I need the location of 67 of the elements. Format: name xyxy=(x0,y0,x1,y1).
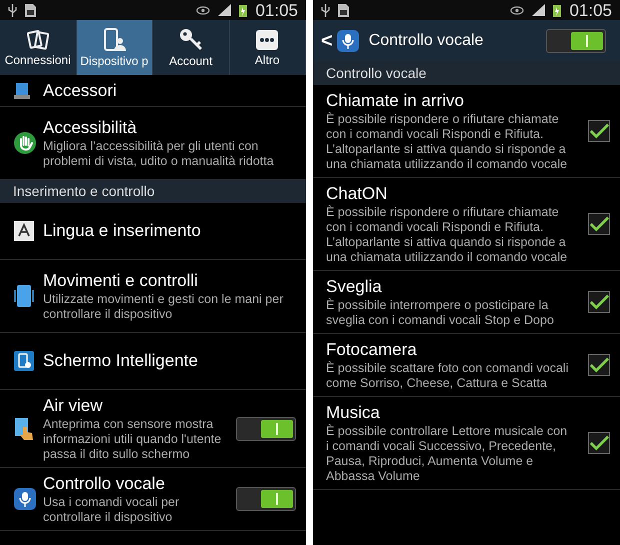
option-title: Fotocamera xyxy=(326,339,418,361)
item-title: Movimenti e controlli xyxy=(43,270,199,292)
item-description: Anteprima con sensore mostra informazioni utili quando l'utente passa il dito sullo schermo xyxy=(43,417,222,462)
section-header: Controllo vocale xyxy=(313,62,620,85)
battery-icon xyxy=(553,4,562,16)
option-title: ChatON xyxy=(326,183,388,205)
settings-item[interactable]: Air view Anteprima con sensore mostra informazioni utili quando l'utente passa il dito sullo schermo xyxy=(0,390,306,468)
smart-screen-icon xyxy=(14,351,34,371)
back-button[interactable]: < xyxy=(321,31,333,51)
tab[interactable]: Connessioni xyxy=(0,20,76,75)
microphone-icon xyxy=(336,30,359,52)
item-title: Accessibilità xyxy=(43,117,138,139)
tab[interactable]: Account xyxy=(153,20,230,75)
tab[interactable]: Altro xyxy=(230,20,306,75)
item-title: Lingua e inserimento xyxy=(43,220,202,242)
usb-icon xyxy=(8,4,17,16)
checkbox[interactable] xyxy=(588,432,610,454)
settings-item[interactable]: Movimenti e controlli Utilizzate movimenti e gesti con le mani per controllare il dispositivo xyxy=(0,260,306,333)
microphone-icon xyxy=(14,488,36,510)
eye-icon xyxy=(510,6,524,14)
eye-icon xyxy=(196,6,210,14)
signal-icon xyxy=(532,4,546,16)
item-description: Utilizzate movimenti e gesti con le mani per controllare il dispositivo xyxy=(43,292,284,322)
item-description: Migliora l’accessibilità per gli utenti con problemi di vista, udito o manualità ridotta xyxy=(43,139,275,169)
settings-item[interactable]: Lingua e inserimento xyxy=(0,203,306,260)
hand-icon xyxy=(14,132,36,154)
option-description: È possibile rispondere o rifiutare chiamate con i comandi vocali Rispondi e Rifiuta. L’altoparlante si attiva quando si risponde a una chiamata utilizzando il comando vocale xyxy=(326,112,568,172)
item-title: Accessori xyxy=(43,80,118,102)
toggle-switch[interactable] xyxy=(236,416,296,440)
settings-item[interactable]: Controllo vocale Usa i comandi vocali per controllare il dispositivo xyxy=(0,468,306,531)
settings-item[interactable]: Schermo Intelligente xyxy=(0,333,306,390)
option-description: È possibile scattare foto con comandi vocali come Sorriso, Cheese, Cattura e Scatta xyxy=(326,361,570,391)
option-description: È possibile interrompere o posticipare la sveglia con i comandi vocali Stop e Dopo xyxy=(326,298,555,328)
more-icon xyxy=(255,29,280,51)
checkbox[interactable] xyxy=(588,291,610,313)
settings-item[interactable]: Accessori xyxy=(0,75,306,107)
option-title: Sveglia xyxy=(326,276,383,298)
sim-card-icon xyxy=(25,4,36,16)
sim-card-icon xyxy=(338,4,349,16)
tab[interactable]: Dispositivo p xyxy=(76,20,153,75)
clock-time: 01:05 xyxy=(569,2,612,18)
screen-title: Controllo vocale xyxy=(368,31,484,51)
option-description: È possibile rispondere o rifiutare chiamate con i comandi vocali Rispondi e Rifiuta. L’altoparlante si attiva quando si risponde a una chiamata utilizzando il comando vocale xyxy=(326,205,568,265)
master-switch[interactable] xyxy=(546,29,606,53)
item-title: Schermo Intelligente xyxy=(43,350,199,372)
item-description: Usa i comandi vocali per controllare il dispositivo xyxy=(43,495,180,525)
signal-icon xyxy=(218,4,232,16)
item-title: Controllo vocale xyxy=(43,473,166,495)
phone-person-icon xyxy=(102,28,126,52)
letter-a-icon xyxy=(14,221,34,241)
section-header: Inserimento e controllo xyxy=(0,180,306,203)
checkbox[interactable] xyxy=(588,354,610,376)
tablet-icon xyxy=(14,82,30,98)
option-title: Chiamate in arrivo xyxy=(326,90,465,112)
checkbox[interactable] xyxy=(588,120,610,142)
cards-icon xyxy=(26,29,49,51)
toggle-switch[interactable] xyxy=(236,487,296,511)
finger-screen-icon xyxy=(14,416,34,440)
usb-icon xyxy=(321,4,330,16)
phone-tilt-icon xyxy=(14,284,34,308)
checkbox[interactable] xyxy=(588,213,610,235)
item-title: Air view xyxy=(43,395,104,417)
battery-icon xyxy=(239,4,248,16)
clock-time: 01:05 xyxy=(255,2,298,18)
option-description: È possibile controllare Lettore musicale con i comandi vocali Successivo, Precedente, Pausa, Riproduci, Aumenta Volume e Abbassa Volume xyxy=(326,424,568,484)
key-icon xyxy=(178,28,203,52)
option-title: Musica xyxy=(326,402,381,424)
